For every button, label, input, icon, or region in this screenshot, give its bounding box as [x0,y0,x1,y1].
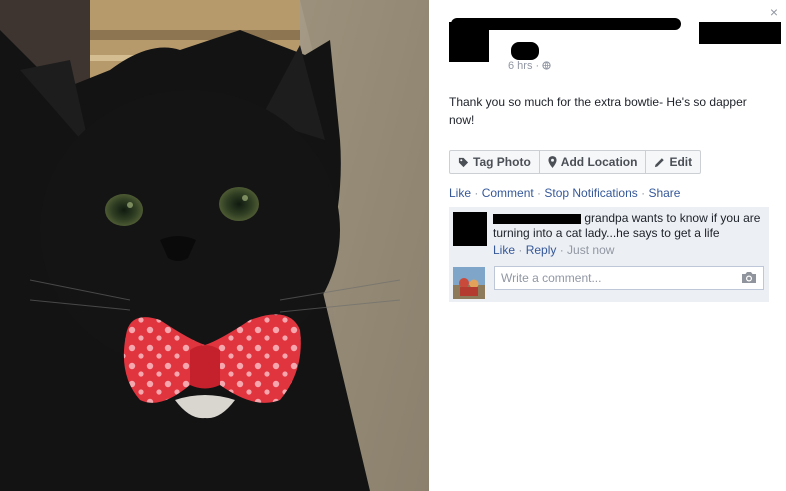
cat-photo-image [0,0,429,491]
comment-separator: · [556,243,568,257]
redacted-author-tag [699,22,781,44]
share-link[interactable]: Share [648,186,680,200]
comment-input[interactable] [495,267,735,289]
tag-icon [458,157,469,168]
comment-input-box[interactable] [494,266,764,290]
meta-separator: · [535,60,540,72]
redacted-commenter-avatar[interactable] [453,212,487,246]
action-separator: · [533,186,545,200]
post-details-pane: × 6 hrs · Thank you so much for the extr… [429,0,786,491]
comment-like-link[interactable]: Like [493,243,515,257]
comment: grandpa wants to know if you are turning… [493,211,765,241]
comment-meta: Like · Reply · Just now [493,243,614,257]
comment-link[interactable]: Comment [482,186,534,200]
tag-photo-button[interactable]: Tag Photo [450,151,540,173]
comment-time[interactable]: Just now [567,243,614,257]
add-location-button[interactable]: Add Location [540,151,647,173]
redacted-commenter-name[interactable] [493,213,581,224]
cat-photo[interactable] [0,0,429,491]
action-separator: · [471,186,482,200]
post-caption: Thank you so much for the extra bowtie- … [449,95,747,127]
close-icon[interactable]: × [770,4,778,20]
like-link[interactable]: Like [449,186,471,200]
comment-separator: · [515,243,526,257]
camera-icon[interactable] [741,271,757,289]
edit-button[interactable]: Edit [646,151,700,173]
add-location-label: Add Location [560,155,638,169]
location-pin-icon [548,156,557,168]
redacted-badge [511,42,539,60]
photo-viewer: × 6 hrs · Thank you so much for the extr… [0,0,786,491]
pencil-icon [654,157,665,168]
current-user-avatar [453,267,485,299]
tag-photo-label: Tag Photo [473,155,531,169]
comments-section: grandpa wants to know if you are turning… [449,207,769,302]
edit-label: Edit [669,155,693,169]
redacted-author-name [451,18,681,30]
comment-reply-link[interactable]: Reply [526,243,557,257]
globe-icon [542,60,551,72]
action-separator: · [637,186,649,200]
post-action-buttons: Tag Photo Add Location Edit [449,150,702,174]
post-meta: 6 hrs · [508,60,551,72]
post-action-links: Like · Comment · Stop Notifications · Sh… [449,186,680,200]
post-time[interactable]: 6 hrs [508,60,532,72]
stop-notifications-link[interactable]: Stop Notifications [544,186,637,200]
